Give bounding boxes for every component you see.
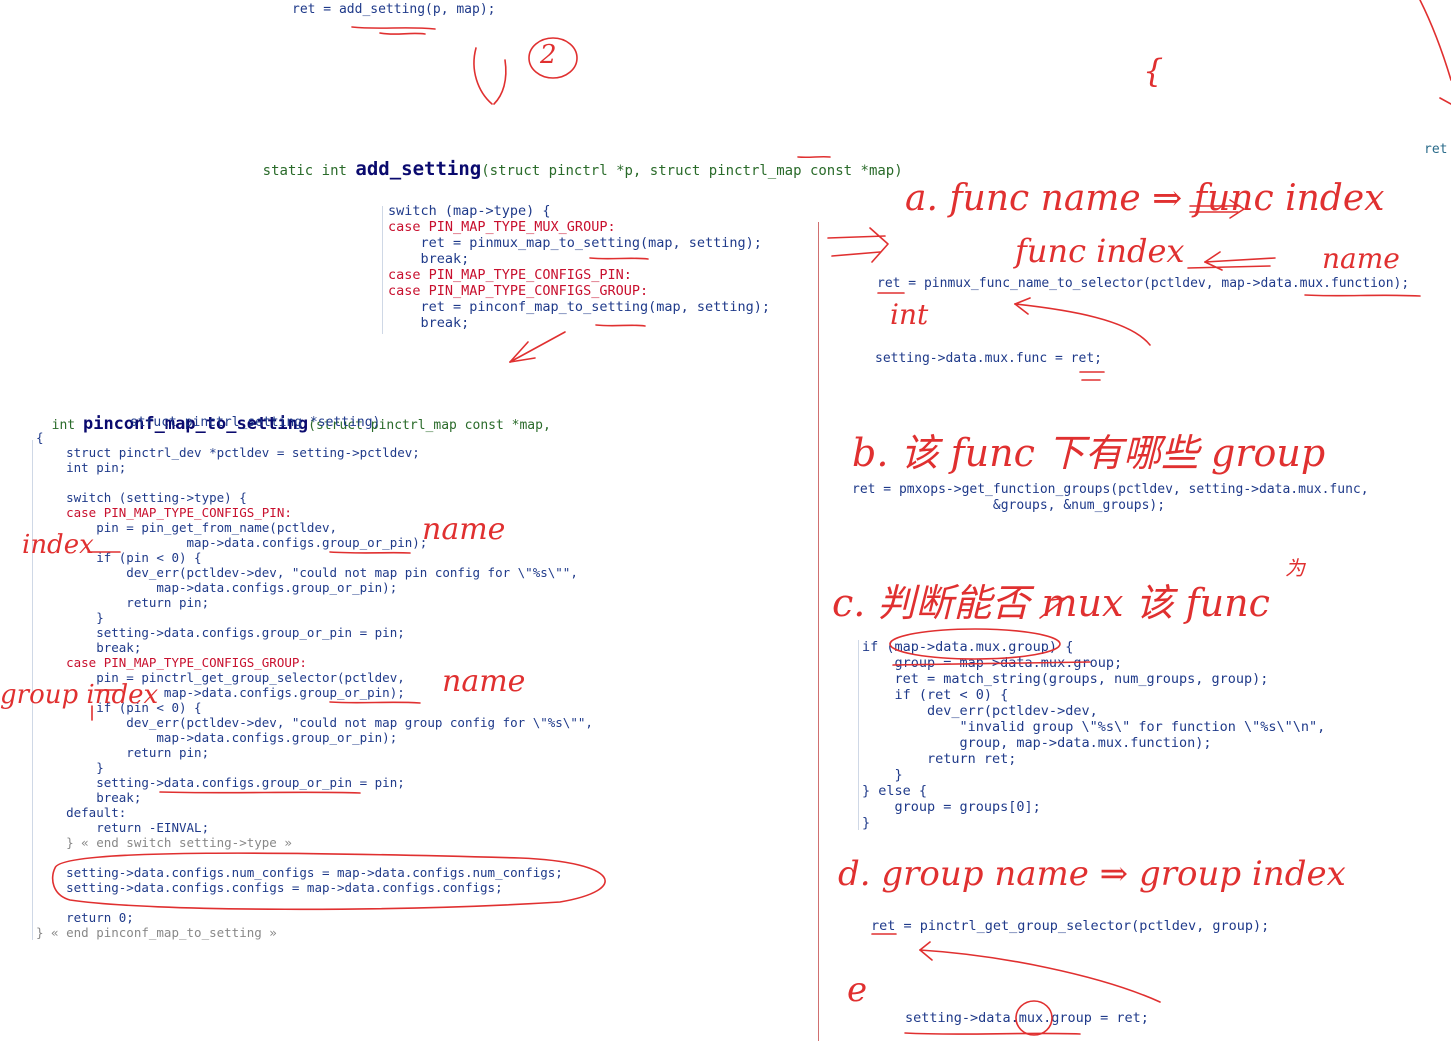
annotation-strokes [51,0,1451,1036]
